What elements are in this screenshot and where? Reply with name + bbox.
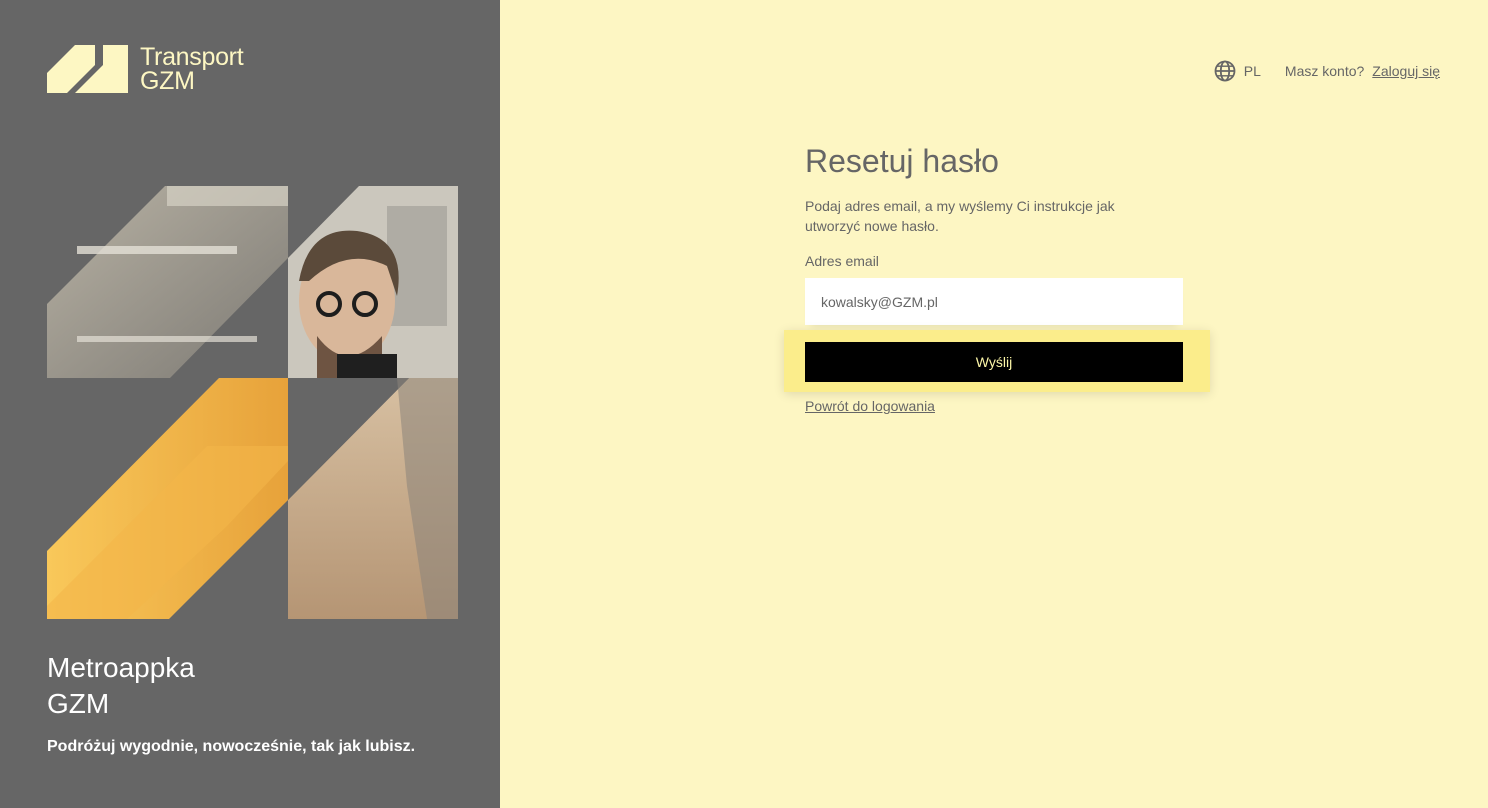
language-code: PL [1243,63,1261,79]
app-title: Metroappka GZM [47,650,347,722]
account-question: Masz konto? [1284,63,1365,79]
back-to-login-link[interactable]: Powrót do logowania [805,398,935,414]
login-link[interactable]: Zaloguj się [1372,63,1440,79]
email-field[interactable]: kowalsky@GZM.pl [805,278,1183,325]
page-title: Resetuj hasło [805,143,999,179]
gzm-logo-icon [47,45,128,93]
top-bar: PL Masz konto? Zaloguj się [1214,60,1440,82]
form-description: Podaj adres email, a my wyślemy Ci instr… [805,198,1115,234]
globe-icon [1214,60,1236,82]
reset-password-form: Resetuj hasło Podaj adres email, a my wy… [805,140,1183,325]
reset-password-page: Transport GZM Metroappka GZM Podróżuj wy… [0,0,1488,808]
brand-name-line1: Transport [140,43,244,71]
app-title-line1: Metroappka [47,652,195,683]
brand-name-line2: GZM [140,67,195,95]
email-label: Adres email [805,253,879,269]
left-promo-panel: Transport GZM Metroappka GZM Podróżuj wy… [0,0,500,808]
app-subtitle: Podróżuj wygodnie, nowocześnie, tak jak … [47,738,416,755]
hero-image [47,186,458,619]
brand-logo[interactable]: Transport GZM [47,43,244,95]
right-form-panel: PL Masz konto? Zaloguj się Resetuj hasło… [500,0,1488,808]
submit-button[interactable]: Wyślij [805,342,1183,382]
app-title-line2: GZM [47,688,110,719]
brand-name: Transport GZM [140,43,244,95]
language-selector[interactable]: PL [1214,60,1285,82]
submit-highlight: Wyślij [784,330,1210,392]
